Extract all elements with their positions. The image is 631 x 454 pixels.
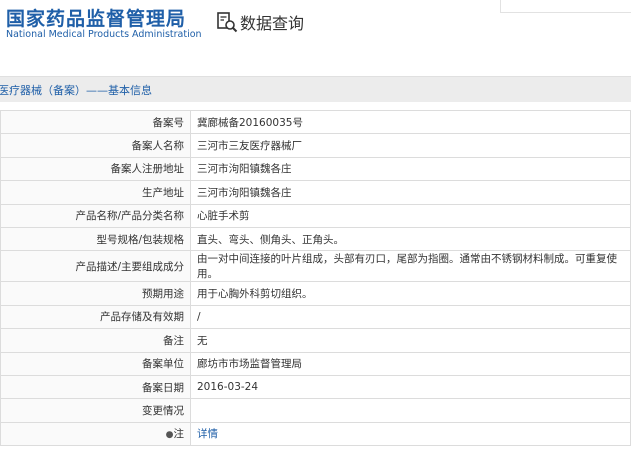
- row-label: 备案单位: [0, 351, 191, 376]
- table-row: 备案人名称 三河市三友医疗器械厂: [0, 133, 631, 158]
- table-row: 生产地址 三河市泃阳镇魏各庄: [0, 180, 631, 205]
- row-label: 备案人注册地址: [0, 156, 191, 182]
- row-value: 心脏手术剪: [190, 203, 631, 228]
- table-row: 预期用途 用于心胸外科剪切组织。: [0, 281, 631, 306]
- table-row: 产品存储及有效期 /: [0, 304, 631, 330]
- section-title: 医疗器械（备案）——基本信息: [0, 84, 152, 97]
- row-label: 备案人名称: [0, 133, 191, 158]
- table-row: 备案人注册地址 三河市泃阳镇魏各庄: [0, 156, 631, 182]
- row-value: 由一对中间连接的叶片组成，头部有刃口，尾部为指圈。通常由不锈钢材料制成。可重复使…: [190, 250, 631, 283]
- data-query-title[interactable]: 数据查询: [240, 10, 304, 34]
- pin-icon: ●: [165, 430, 174, 441]
- note-label: 注: [173, 428, 185, 441]
- search-document-icon: [217, 12, 238, 33]
- row-label: 备案号: [0, 109, 191, 135]
- row-label: 预期用途: [0, 281, 191, 306]
- table-row: 产品描述/主要组成成分 由一对中间连接的叶片组成，头部有刃口，尾部为指圈。通常由…: [0, 250, 631, 283]
- row-value: 冀廊械备20160035号: [190, 109, 631, 135]
- row-label: 变更情况: [0, 398, 191, 423]
- table-row: 变更情况: [0, 398, 631, 423]
- row-value: 2016-03-24: [190, 374, 631, 400]
- row-value: 三河市三友医疗器械厂: [190, 133, 631, 158]
- row-value: 廊坊市市场监督管理局: [190, 351, 631, 376]
- row-value: /: [190, 304, 631, 330]
- row-label: 产品存储及有效期: [0, 304, 191, 330]
- row-label: 生产地址: [0, 180, 191, 205]
- table-row: 型号规格/包装规格 直头、弯头、侧角头、正角头。: [0, 226, 631, 252]
- row-label: 备注: [0, 328, 191, 353]
- row-label: 备案日期: [0, 374, 191, 400]
- info-table: 备案号 冀廊械备20160035号 备案人名称 三河市三友医疗器械厂 备案人注册…: [0, 109, 631, 447]
- note-value-cell: 详情: [190, 421, 631, 447]
- note-row: ●注 详情: [0, 421, 631, 447]
- row-value: 三河市泃阳镇魏各庄: [190, 180, 631, 205]
- table-row: 备案日期 2016-03-24: [0, 374, 631, 400]
- logo-english[interactable]: National Medical Products Administration: [6, 29, 202, 40]
- table-row: 备案单位 廊坊市市场监督管理局: [0, 351, 631, 376]
- table-row: 产品名称/产品分类名称 心脏手术剪: [0, 203, 631, 228]
- row-value: 无: [190, 328, 631, 353]
- row-value: 直头、弯头、侧角头、正角头。: [190, 226, 631, 252]
- table-row: 备注 无: [0, 328, 631, 353]
- row-label: 型号规格/包装规格: [0, 226, 191, 252]
- section-header: 医疗器械（备案）——基本信息: [0, 76, 631, 102]
- site-header: 国家药品监督管理局 National Medical Products Admi…: [0, 0, 631, 62]
- top-right-panel: [500, 0, 631, 13]
- logo-chinese[interactable]: 国家药品监督管理局: [6, 4, 186, 31]
- row-label: 产品描述/主要组成成分: [0, 250, 191, 283]
- table-row: 备案号 冀廊械备20160035号: [0, 109, 631, 135]
- row-value: [190, 398, 631, 423]
- row-value: 三河市泃阳镇魏各庄: [190, 156, 631, 182]
- row-label: 产品名称/产品分类名称: [0, 203, 191, 228]
- note-label-cell: ●注: [0, 421, 191, 447]
- row-value: 用于心胸外科剪切组织。: [190, 281, 631, 306]
- details-link[interactable]: 详情: [197, 428, 218, 440]
